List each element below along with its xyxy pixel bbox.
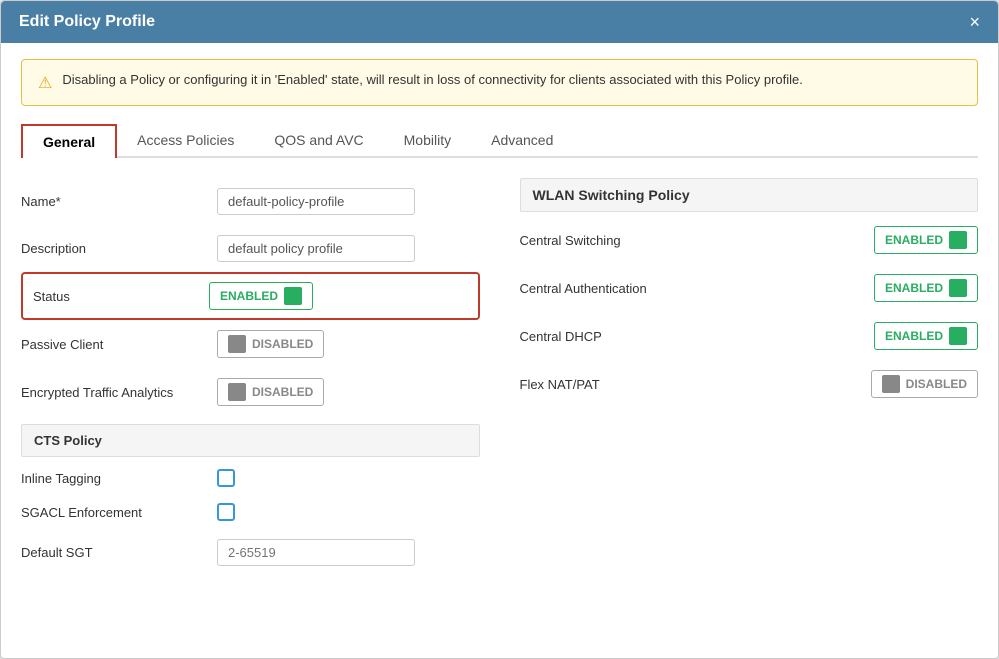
status-toggle-indicator xyxy=(284,287,302,305)
central-dhcp-value: ENABLED xyxy=(885,329,943,343)
name-row: Name* xyxy=(21,178,480,225)
right-panel: WLAN Switching Policy Central Switching … xyxy=(520,178,979,576)
modal-title: Edit Policy Profile xyxy=(19,13,155,31)
tab-general[interactable]: General xyxy=(21,124,117,158)
default-sgt-label: Default SGT xyxy=(21,545,201,560)
default-sgt-input[interactable] xyxy=(217,539,415,566)
flex-nat-value: DISABLED xyxy=(906,377,967,391)
central-switching-row: Central Switching ENABLED xyxy=(520,216,979,264)
tab-access-policies[interactable]: Access Policies xyxy=(117,124,254,156)
central-switching-label: Central Switching xyxy=(520,233,680,248)
inline-tagging-checkbox[interactable] xyxy=(217,469,235,487)
status-label: Status xyxy=(33,289,193,304)
edit-policy-profile-modal: Edit Policy Profile × ⚠ Disabling a Poli… xyxy=(0,0,999,659)
description-label: Description xyxy=(21,241,201,256)
encrypted-toggle[interactable]: DISABLED xyxy=(217,378,324,406)
warning-text: Disabling a Policy or configuring it in … xyxy=(62,72,803,87)
central-auth-row: Central Authentication ENABLED xyxy=(520,264,979,312)
central-switching-toggle[interactable]: ENABLED xyxy=(874,226,978,254)
close-button[interactable]: × xyxy=(969,13,980,31)
passive-client-label: Passive Client xyxy=(21,337,201,352)
central-dhcp-toggle[interactable]: ENABLED xyxy=(874,322,978,350)
default-sgt-row: Default SGT xyxy=(21,529,480,576)
central-auth-value: ENABLED xyxy=(885,281,943,295)
encrypted-row: Encrypted Traffic Analytics DISABLED xyxy=(21,368,480,416)
passive-client-indicator xyxy=(228,335,246,353)
tab-advanced[interactable]: Advanced xyxy=(471,124,573,156)
passive-client-value: DISABLED xyxy=(252,337,313,351)
sgacl-row: SGACL Enforcement xyxy=(21,495,480,529)
encrypted-label: Encrypted Traffic Analytics xyxy=(21,385,201,400)
central-switching-indicator xyxy=(949,231,967,249)
flex-nat-indicator xyxy=(882,375,900,393)
encrypted-indicator xyxy=(228,383,246,401)
central-auth-indicator xyxy=(949,279,967,297)
description-row: Description xyxy=(21,225,480,272)
central-dhcp-row: Central DHCP ENABLED xyxy=(520,312,979,360)
passive-client-toggle[interactable]: DISABLED xyxy=(217,330,324,358)
central-auth-toggle[interactable]: ENABLED xyxy=(874,274,978,302)
encrypted-value: DISABLED xyxy=(252,385,313,399)
flex-nat-row: Flex NAT/PAT DISABLED xyxy=(520,360,979,408)
status-toggle-label: ENABLED xyxy=(220,289,278,303)
name-label: Name* xyxy=(21,194,201,209)
tab-mobility[interactable]: Mobility xyxy=(384,124,471,156)
tab-qos-avc[interactable]: QOS and AVC xyxy=(254,124,383,156)
central-dhcp-label: Central DHCP xyxy=(520,329,680,344)
warning-icon: ⚠ xyxy=(38,73,52,93)
flex-nat-toggle[interactable]: DISABLED xyxy=(871,370,978,398)
left-panel: Name* Description Status ENABLED Passive… xyxy=(21,178,480,576)
tabs-bar: General Access Policies QOS and AVC Mobi… xyxy=(21,124,978,158)
inline-tagging-row: Inline Tagging xyxy=(21,461,480,495)
central-switching-value: ENABLED xyxy=(885,233,943,247)
cts-section-header: CTS Policy xyxy=(21,424,480,457)
central-auth-label: Central Authentication xyxy=(520,281,680,296)
sgacl-label: SGACL Enforcement xyxy=(21,505,201,520)
inline-tagging-label: Inline Tagging xyxy=(21,471,201,486)
passive-client-row: Passive Client DISABLED xyxy=(21,320,480,368)
status-toggle[interactable]: ENABLED xyxy=(209,282,313,310)
central-dhcp-indicator xyxy=(949,327,967,345)
warning-banner: ⚠ Disabling a Policy or configuring it i… xyxy=(21,59,978,106)
modal-header: Edit Policy Profile × xyxy=(1,1,998,43)
modal-body: ⚠ Disabling a Policy or configuring it i… xyxy=(1,43,998,658)
name-input[interactable] xyxy=(217,188,415,215)
flex-nat-label: Flex NAT/PAT xyxy=(520,377,680,392)
content-area: Name* Description Status ENABLED Passive… xyxy=(21,178,978,576)
description-input[interactable] xyxy=(217,235,415,262)
status-row: Status ENABLED xyxy=(21,272,480,320)
wlan-section-title: WLAN Switching Policy xyxy=(520,178,979,212)
sgacl-checkbox[interactable] xyxy=(217,503,235,521)
